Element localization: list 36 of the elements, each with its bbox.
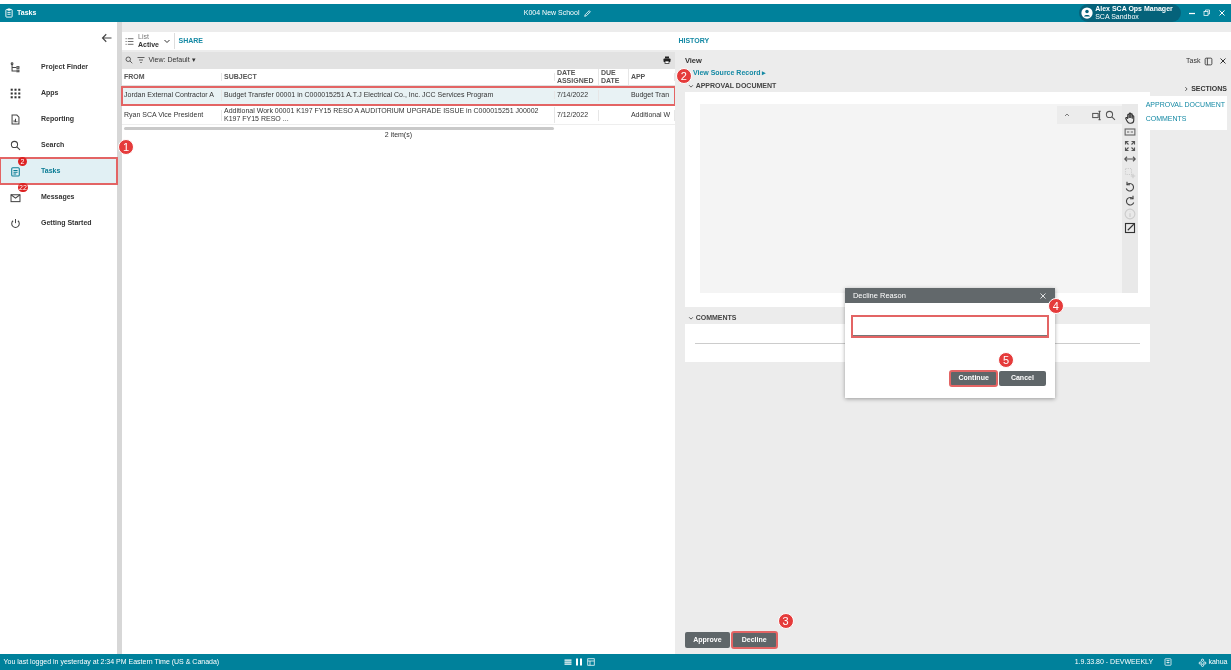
user-icon xyxy=(1081,7,1094,19)
tree-icon xyxy=(10,61,21,73)
filter-icon[interactable] xyxy=(137,56,145,65)
clipboard-icon xyxy=(10,165,21,177)
grid-icon xyxy=(10,87,21,99)
chevron-right-icon xyxy=(1183,86,1190,92)
envelope-icon xyxy=(10,191,21,203)
search-icon[interactable] xyxy=(125,56,134,65)
text-cursor-icon[interactable] xyxy=(1092,109,1104,121)
list-icon xyxy=(125,36,135,46)
pencil-icon[interactable] xyxy=(582,8,592,18)
chevron-down-icon xyxy=(687,83,694,89)
close-icon[interactable] xyxy=(1219,57,1227,65)
printer-icon[interactable] xyxy=(663,56,672,65)
fullscreen-icon[interactable] xyxy=(1123,139,1136,152)
back-arrow-icon[interactable] xyxy=(101,32,114,44)
rotate-right-icon[interactable] xyxy=(1123,194,1136,207)
restore-icon[interactable] xyxy=(1202,9,1211,17)
open-external-icon[interactable] xyxy=(1123,222,1136,234)
panel-icon[interactable] xyxy=(1204,56,1213,66)
caret-up-icon[interactable] xyxy=(1062,111,1071,119)
chevron-down-icon xyxy=(162,37,171,45)
rotate-left-icon[interactable] xyxy=(1123,180,1136,193)
search-icon xyxy=(10,139,21,151)
hand-icon[interactable] xyxy=(1123,112,1136,124)
power-icon xyxy=(10,217,21,229)
flower-logo-icon xyxy=(1197,657,1207,667)
rows-layout-icon[interactable] xyxy=(563,658,572,666)
panel-layout-icon[interactable] xyxy=(586,658,595,666)
search-icon[interactable] xyxy=(1104,109,1116,121)
columns-layout-icon[interactable] xyxy=(575,658,583,666)
reason-field[interactable] xyxy=(852,317,1047,336)
calculator-icon[interactable] xyxy=(1163,658,1172,666)
report-icon xyxy=(10,113,21,125)
chevron-down-icon xyxy=(687,315,694,321)
clipboard-icon xyxy=(3,8,14,18)
